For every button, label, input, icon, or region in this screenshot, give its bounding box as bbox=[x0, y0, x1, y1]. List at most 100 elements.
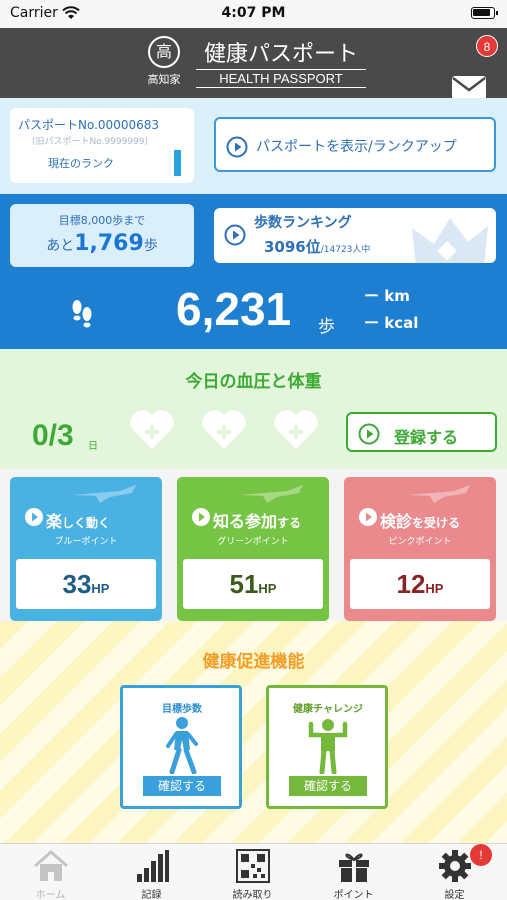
pink-point-card[interactable]: 検診を受ける ピンクポイント 12HP bbox=[344, 477, 496, 621]
steps-remaining: あと1,769歩 bbox=[10, 231, 194, 256]
health-challenge-confirm-button[interactable]: 確認する bbox=[289, 776, 367, 796]
goal-steps-title: 目標歩数 bbox=[162, 704, 202, 715]
tab-home[interactable]: ホーム bbox=[0, 844, 101, 900]
mail-unread-badge: 8 bbox=[476, 35, 498, 57]
health-day-unit: 日 bbox=[88, 441, 98, 452]
green-point-subtitle: グリーンポイント bbox=[217, 537, 289, 547]
passport-old-number: (旧パスポートNo.9999999) bbox=[32, 137, 149, 147]
passport-card: パスポートNo.00000683 (旧パスポートNo.9999999) 現在のラ… bbox=[10, 108, 194, 183]
health-entry-count: 0/3 bbox=[32, 419, 74, 452]
pink-point-value: 12HP bbox=[397, 569, 444, 599]
blood-pressure-weight-section: 今日の血圧と体重 0/3 日 登録する bbox=[0, 349, 507, 469]
current-rank-label: 現在のランク bbox=[48, 157, 114, 170]
health-promotion-section: 健康促進機能 目標歩数 確認する 健康チャレンジ 確認する bbox=[0, 621, 507, 843]
play-circle-icon bbox=[224, 224, 246, 246]
calories-value: ー kcal bbox=[364, 314, 419, 332]
distance-value: ー km bbox=[364, 287, 410, 305]
logo-brand: 高知家 bbox=[147, 73, 181, 86]
ranking-title: 歩数ランキング bbox=[254, 215, 352, 231]
blue-point-value: 33HP bbox=[63, 569, 110, 599]
home-icon bbox=[34, 850, 68, 881]
health-challenge-title: 健康チャレンジ bbox=[293, 704, 363, 715]
show-passport-button[interactable]: パスポートを表示/ランクアップ bbox=[214, 117, 496, 172]
tab-home-label: ホーム bbox=[35, 890, 66, 900]
ranking-rank: 3096位 bbox=[264, 238, 321, 256]
play-circle-icon bbox=[226, 136, 248, 158]
passport-number: パスポートNo.00000683 bbox=[18, 118, 160, 132]
flexing-person-icon bbox=[308, 719, 348, 774]
battery-icon bbox=[471, 7, 498, 19]
heart-plus-icon bbox=[202, 410, 246, 449]
health-section-title: 今日の血圧と体重 bbox=[185, 372, 322, 392]
play-circle-icon bbox=[192, 508, 210, 526]
green-point-number: 51 bbox=[229, 569, 259, 599]
steps-remaining-value: 1,769 bbox=[74, 231, 144, 256]
pink-point-title: 検診を受ける bbox=[380, 508, 460, 532]
airplane-icon bbox=[239, 485, 303, 503]
blue-point-unit: HP bbox=[91, 581, 110, 596]
pink-point-subtitle: ピンクポイント bbox=[388, 537, 452, 547]
step-ranking-button[interactable]: 歩数ランキング 3096位/14723人中 bbox=[214, 208, 496, 263]
green-point-value-box: 51HP bbox=[183, 559, 323, 609]
qr-code-icon bbox=[236, 849, 270, 883]
heart-plus-icon bbox=[130, 410, 174, 449]
promotion-title: 健康促進機能 bbox=[202, 652, 305, 672]
mail-button[interactable] bbox=[452, 76, 486, 100]
pink-point-title-main: 検診 bbox=[380, 512, 413, 531]
points-section: 楽しく動く ブルーポイント 33HP 知る参加する グリーンポイント 51HP … bbox=[0, 469, 507, 621]
steps-remaining-prefix: あと bbox=[46, 238, 75, 254]
green-point-title-main: 知る参加 bbox=[213, 512, 278, 531]
app-subtitle: HEALTH PASSPORT bbox=[196, 69, 366, 88]
play-circle-icon bbox=[25, 508, 43, 526]
green-point-unit: HP bbox=[258, 581, 277, 596]
green-point-title-tail: する bbox=[277, 516, 302, 530]
blue-point-subtitle: ブルーポイント bbox=[54, 537, 118, 547]
clock: 4:07 PM bbox=[221, 5, 286, 21]
register-label: 登録する bbox=[394, 428, 459, 447]
status-bar: Carrier 4:07 PM bbox=[0, 0, 507, 28]
steps-section: 目標8,000歩まで あと1,769歩 歩数ランキング 3096位/14723人… bbox=[0, 194, 507, 349]
heart-plus-icon bbox=[274, 410, 318, 449]
gift-icon bbox=[339, 853, 369, 882]
app-title: 健康パスポート bbox=[203, 42, 358, 67]
airplane-icon bbox=[72, 485, 136, 503]
tab-points[interactable]: ポイント bbox=[303, 844, 404, 900]
blue-point-title-tail: しく動く bbox=[62, 516, 111, 530]
passport-section: パスポートNo.00000683 (旧パスポートNo.9999999) 現在のラ… bbox=[0, 98, 507, 194]
green-point-card[interactable]: 知る参加する グリーンポイント 51HP bbox=[177, 477, 329, 621]
ranking-position: 3096位/14723人中 bbox=[264, 236, 370, 257]
step-goal-card: 目標8,000歩まで あと1,769歩 bbox=[10, 204, 194, 267]
pink-point-unit: HP bbox=[425, 581, 444, 596]
show-passport-label: パスポートを表示/ランクアップ bbox=[256, 139, 457, 155]
walking-person-icon bbox=[166, 717, 198, 774]
tab-record-label: 記録 bbox=[141, 890, 162, 900]
blue-point-title-main: 楽 bbox=[46, 512, 63, 531]
app-header: 高 高知家 健康パスポート HEALTH PASSPORT bbox=[0, 28, 507, 100]
logo-mark: 高 bbox=[148, 36, 180, 68]
settings-alert-badge: ! bbox=[470, 844, 492, 866]
ranking-total: /14723人中 bbox=[320, 245, 371, 255]
play-circle-icon bbox=[358, 423, 380, 445]
tab-settings-label: 設定 bbox=[444, 890, 465, 900]
goal-steps-confirm-button[interactable]: 確認する bbox=[143, 776, 221, 796]
step-goal-text: 目標8,000歩まで bbox=[58, 214, 146, 227]
blue-point-card[interactable]: 楽しく動く ブルーポイント 33HP bbox=[10, 477, 162, 621]
blue-point-number: 33 bbox=[62, 569, 92, 599]
tab-scan[interactable]: 読み取り bbox=[202, 844, 303, 900]
health-challenge-card[interactable]: 健康チャレンジ 確認する bbox=[266, 685, 388, 809]
tab-bar: ホーム 記録 読み取り ポイント 設定 bbox=[0, 843, 507, 900]
steps-remaining-unit: 歩 bbox=[143, 238, 158, 254]
green-point-value: 51HP bbox=[230, 569, 277, 599]
rank-indicator bbox=[174, 150, 181, 176]
goal-steps-card[interactable]: 目標歩数 確認する bbox=[120, 685, 242, 809]
tab-points-label: ポイント bbox=[333, 890, 374, 900]
app-logo: 高 高知家 bbox=[140, 36, 188, 92]
mail-icon bbox=[452, 77, 486, 92]
blue-point-title: 楽しく動く bbox=[46, 508, 110, 532]
pink-point-title-tail: を受ける bbox=[412, 516, 461, 530]
green-point-title: 知る参加する bbox=[213, 508, 301, 532]
step-count: 6,231 bbox=[176, 283, 292, 335]
footprints-icon bbox=[72, 300, 92, 328]
register-button[interactable]: 登録する bbox=[346, 412, 497, 452]
tab-record[interactable]: 記録 bbox=[101, 844, 202, 900]
